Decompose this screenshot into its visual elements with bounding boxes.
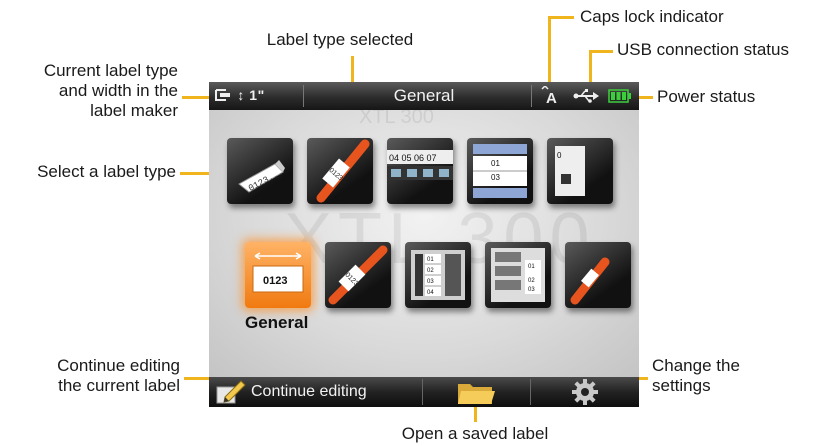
heat-shrink-icon: 0123	[328, 245, 388, 305]
selected-label-caption: General	[245, 313, 309, 332]
pencil-edit-icon	[216, 380, 246, 404]
gear-icon	[572, 379, 598, 405]
breaker-panel-icon: 01 02 03 04	[411, 250, 465, 300]
svg-text:01: 01	[528, 264, 535, 270]
svg-text:02: 02	[427, 268, 434, 274]
tile-distribution-panel-label[interactable]: 01 02 03	[485, 242, 551, 308]
callout-current-label-type	[182, 96, 212, 99]
tile-terminal-block-label[interactable]: 01 03	[467, 138, 533, 204]
distribution-panel-icon: 01 02 03	[491, 248, 545, 302]
annotation-caps-lock: Caps lock indicator	[580, 7, 724, 26]
tile-flag-label[interactable]: 0123...	[227, 138, 293, 204]
label-tile-icon: 0	[555, 146, 585, 196]
status-divider	[531, 85, 532, 107]
annotation-continue-editing: Continue editing the current label	[57, 356, 180, 395]
svg-text:04 05 06 07: 04 05 06 07	[389, 153, 437, 163]
svg-text:03: 03	[528, 287, 535, 293]
label-type-grid: XTL 300 XTL 300 0123... 0123 04 05 06 07	[209, 110, 639, 377]
annotation-open-saved: Open a saved label	[401, 424, 549, 443]
tile-partial-row2[interactable]	[565, 242, 631, 308]
annotation-current-label-type: Current label type and width in the labe…	[43, 61, 178, 120]
device-screen: ↕ 1" General A XTL 300 XTL 300 0123... 0…	[209, 82, 639, 407]
svg-text:01: 01	[427, 257, 434, 263]
annotation-select-label-type: Select a label type	[37, 162, 176, 181]
general-label-icon: 0123	[252, 252, 304, 293]
annotation-power-status: Power status	[657, 87, 756, 106]
annotation-label-type-selected: Label type selected	[266, 30, 414, 49]
tile-heat-shrink-label[interactable]: 0123	[325, 242, 391, 308]
open-saved-button[interactable]	[423, 377, 529, 407]
battery-icon	[608, 89, 631, 103]
callout-usb-h	[591, 50, 613, 53]
terminal-block-icon: 01 03	[473, 144, 527, 198]
annotation-change-settings: Change the settings	[652, 356, 740, 395]
usb-icon	[573, 89, 599, 103]
svg-text:03: 03	[427, 279, 434, 285]
svg-text:01: 01	[491, 159, 500, 168]
flag-label-icon: 0123...	[238, 160, 285, 194]
tile-patch-panel-label[interactable]: 04 05 06 07	[387, 138, 453, 204]
wire-wrap-icon: 0123	[316, 139, 370, 203]
folder-icon	[458, 384, 495, 404]
watermark-top: XTL 300	[359, 110, 434, 128]
label-tile-icon	[570, 257, 610, 305]
svg-text:04: 04	[427, 290, 434, 296]
svg-text:0123: 0123	[263, 275, 287, 287]
bottom-toolbar: Continue editing	[209, 377, 639, 407]
callout-caps-lock-v	[548, 16, 551, 86]
svg-text:0: 0	[557, 151, 562, 160]
tile-partial-row1[interactable]: 0	[547, 138, 613, 204]
callout-caps-lock-h	[550, 16, 574, 19]
settings-button[interactable]	[531, 377, 639, 407]
caps-lock-icon: A	[541, 86, 557, 106]
patch-panel-icon: 04 05 06 07	[387, 150, 453, 180]
svg-text:03: 03	[491, 173, 500, 182]
tile-breaker-panel-label[interactable]: 01 02 03 04	[405, 242, 471, 308]
tile-wire-wrap-label[interactable]: 0123	[307, 138, 373, 204]
svg-text:02: 02	[528, 278, 535, 284]
annotation-usb-status: USB connection status	[617, 40, 789, 59]
continue-editing-label: Continue editing	[251, 383, 367, 400]
status-bar: ↕ 1" General A	[209, 82, 639, 110]
continue-editing-button[interactable]: Continue editing	[209, 377, 421, 407]
tile-general[interactable]: 0123	[245, 242, 311, 308]
svg-text:A: A	[546, 90, 557, 106]
callout-usb-v	[589, 50, 592, 86]
